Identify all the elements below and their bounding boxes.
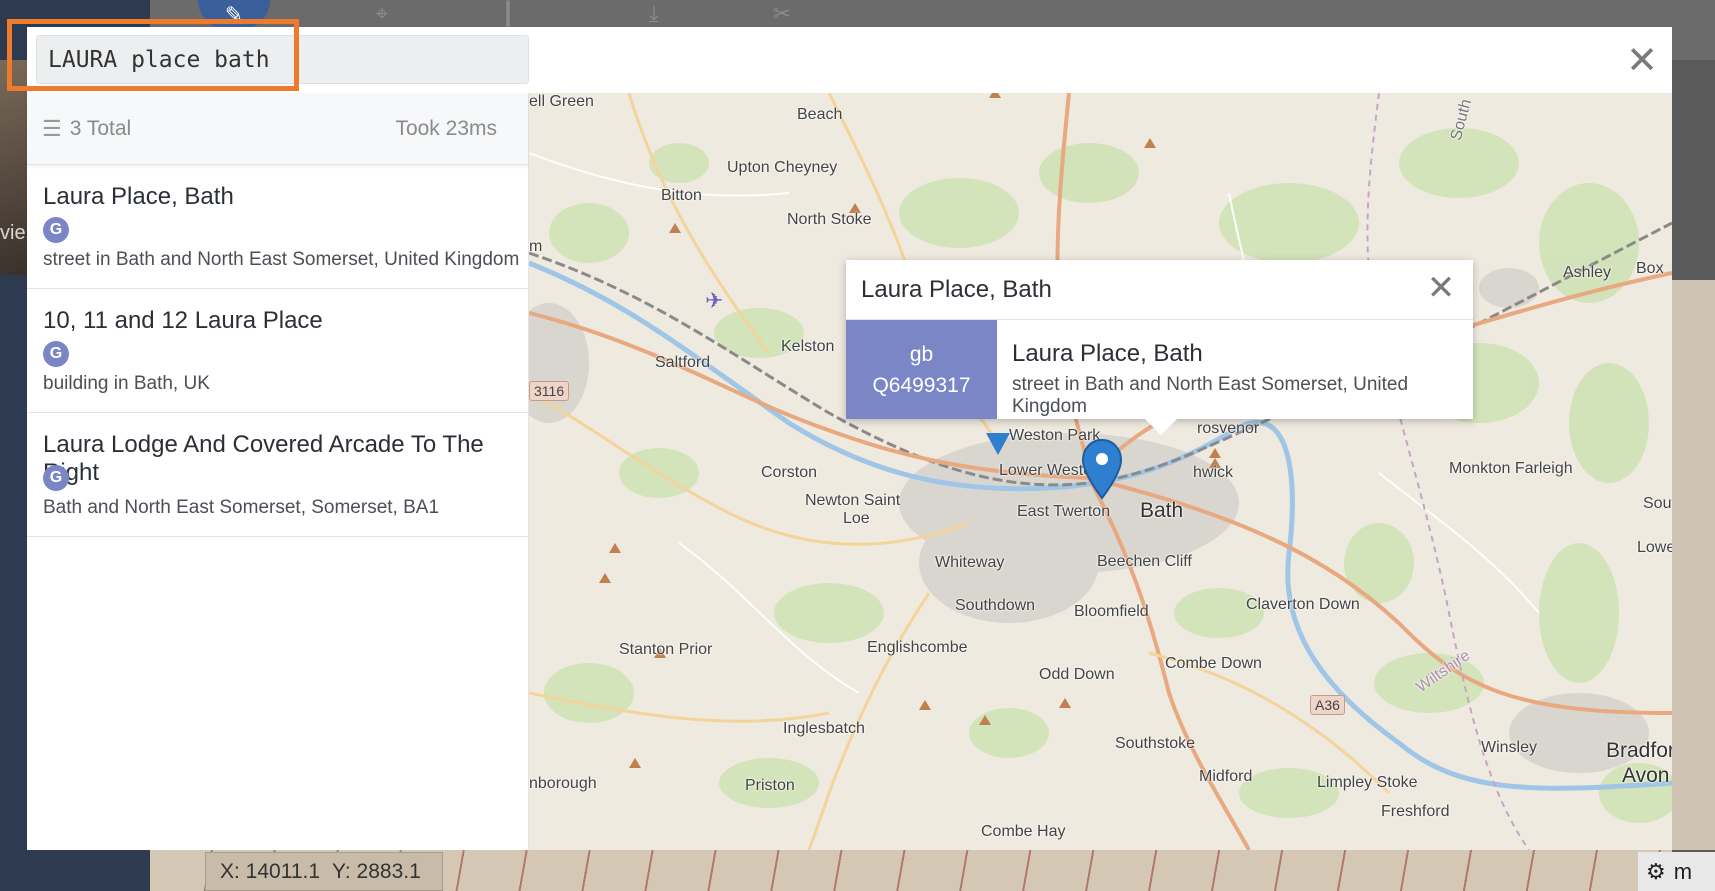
map-label: Upton Cheyney <box>727 159 838 176</box>
map-label: Bitton <box>661 187 702 204</box>
map-label: Combe Hay <box>981 823 1066 840</box>
popup-title: Laura Place, Bath <box>1011 340 1203 367</box>
map-label: Loe <box>843 510 870 527</box>
geocoder-source-badge: G <box>43 341 69 367</box>
download-icon[interactable]: ⤓ <box>632 0 676 28</box>
results-time: Took 23ms <box>395 116 497 140</box>
map-label: Kelston <box>781 338 835 355</box>
result-title: Laura Lodge And Covered Arcade To The Ri… <box>43 431 484 486</box>
coordinate-y: Y: 2883.1 <box>332 859 421 883</box>
map-label: rosvenor <box>1197 420 1260 437</box>
popup-description: street in Bath and North East Somerset, … <box>1011 374 1409 417</box>
list-icon: ☰ <box>42 115 62 141</box>
map-label: ell Green <box>529 93 594 110</box>
map-label: Bradford <box>1606 739 1672 762</box>
result-title: 10, 11 and 12 Laura Place <box>43 307 323 334</box>
map-view[interactable]: ✈ ell Green Beach Upton Cheyney Bitton N… <box>529 93 1672 850</box>
map-label: Bloomfield <box>1074 603 1149 620</box>
tools-icon[interactable]: ✂ <box>760 0 804 28</box>
chart-icon[interactable]: ┃ <box>486 0 530 28</box>
road-shield: A36 <box>1310 695 1345 715</box>
secondary-map-marker[interactable] <box>983 433 1013 463</box>
map-label: North Stoke <box>787 211 872 228</box>
geocoder-source-badge: G <box>43 465 69 491</box>
results-panel: ☰ 3 Total Took 23ms Laura Place, Bath G … <box>27 93 529 850</box>
popup-body[interactable]: gb Q6499317 Laura Place, Bath street in … <box>846 320 1473 419</box>
popup-info: Laura Place, Bath street in Bath and Nor… <box>997 320 1473 419</box>
road-shield: 3116 <box>529 381 570 401</box>
coordinate-x: X: 14011.1 <box>220 859 321 883</box>
map-label: Sout <box>1643 495 1672 512</box>
map-label: Englishcombe <box>867 639 968 656</box>
map-label: Winsley <box>1481 739 1538 756</box>
map-label: Lower W <box>1637 539 1672 556</box>
map-label: East Twerton <box>1017 503 1111 520</box>
map-label: Saltford <box>655 354 711 371</box>
map-label: Ashley <box>1563 264 1612 281</box>
result-title: Laura Place, Bath <box>43 183 234 210</box>
popup-wikidata-id: Q6499317 <box>872 373 971 397</box>
results-total: 3 Total <box>69 116 132 140</box>
settings-status[interactable]: ⚙ m <box>1638 852 1715 891</box>
geocoder-source-badge: G <box>43 217 69 243</box>
result-item[interactable]: Laura Place, Bath G street in Bath and N… <box>27 165 528 289</box>
map-label: Priston <box>745 777 795 794</box>
settings-status-text: m <box>1673 858 1693 884</box>
map-label: Whiteway <box>935 554 1005 571</box>
geocoder-modal: ✕ ☰ 3 Total Took 23ms Laura Place, Bath … <box>7 19 1672 850</box>
popup-header-title: Laura Place, Bath <box>861 275 1052 303</box>
map-label: Southstoke <box>1115 735 1196 752</box>
modal-header: ✕ <box>7 19 1672 93</box>
map-label: Odd Down <box>1039 666 1115 683</box>
background-side-text: vie <box>0 222 26 244</box>
map-label: Inglesbatch <box>783 720 865 737</box>
map-label: Box <box>1636 260 1664 277</box>
map-label: Freshford <box>1381 803 1450 820</box>
coordinate-readout: X: 14011.1 Y: 2883.1 <box>205 852 443 891</box>
map-label: Avon <box>1622 764 1670 787</box>
map-marker-icon[interactable] <box>1080 438 1124 500</box>
close-icon[interactable]: ✕ <box>1423 270 1459 306</box>
map-label: Claverton Down <box>1246 596 1360 613</box>
result-item[interactable]: Laura Lodge And Covered Arcade To The Ri… <box>27 413 528 537</box>
map-label: nborough <box>529 775 597 792</box>
map-label: m <box>529 238 543 255</box>
close-icon[interactable]: ✕ <box>1622 40 1662 80</box>
svg-text:✈: ✈ <box>705 289 723 314</box>
map-label: Newton Saint <box>805 492 901 509</box>
map-label: hwick <box>1193 464 1234 481</box>
map-label: Southdown <box>955 597 1036 614</box>
map-popup: Laura Place, Bath ✕ gb Q6499317 Laura Pl… <box>846 260 1473 419</box>
result-description: building in Bath, UK <box>43 373 210 394</box>
result-description: street in Bath and North East Somerset, … <box>43 249 520 270</box>
gear-icon[interactable]: ⚙ <box>1646 859 1666 885</box>
background-map-edge <box>1672 280 1715 850</box>
result-item[interactable]: 10, 11 and 12 Laura Place G building in … <box>27 289 528 413</box>
result-description: Bath and North East Somerset, Somerset, … <box>43 497 440 518</box>
map-pin-icon[interactable]: ⌖ <box>360 0 404 28</box>
map-label: Beechen Cliff <box>1097 553 1192 570</box>
map-label: Limpley Stoke <box>1317 774 1418 791</box>
map-label: Stanton Prior <box>619 641 713 658</box>
map-label: Bath <box>1140 499 1184 522</box>
popup-tail <box>1143 417 1179 435</box>
popup-id-badge: gb Q6499317 <box>846 320 997 419</box>
map-label: Monkton Farleigh <box>1449 460 1573 477</box>
search-input[interactable] <box>36 35 529 84</box>
results-summary: ☰ 3 Total Took 23ms <box>27 93 528 165</box>
popup-country-code: gb <box>909 342 934 366</box>
map-label: Combe Down <box>1165 655 1262 672</box>
popup-header: Laura Place, Bath ✕ <box>846 260 1473 320</box>
map-label: Midford <box>1199 768 1253 785</box>
map-label: Corston <box>761 464 818 481</box>
map-label: Beach <box>797 106 843 123</box>
